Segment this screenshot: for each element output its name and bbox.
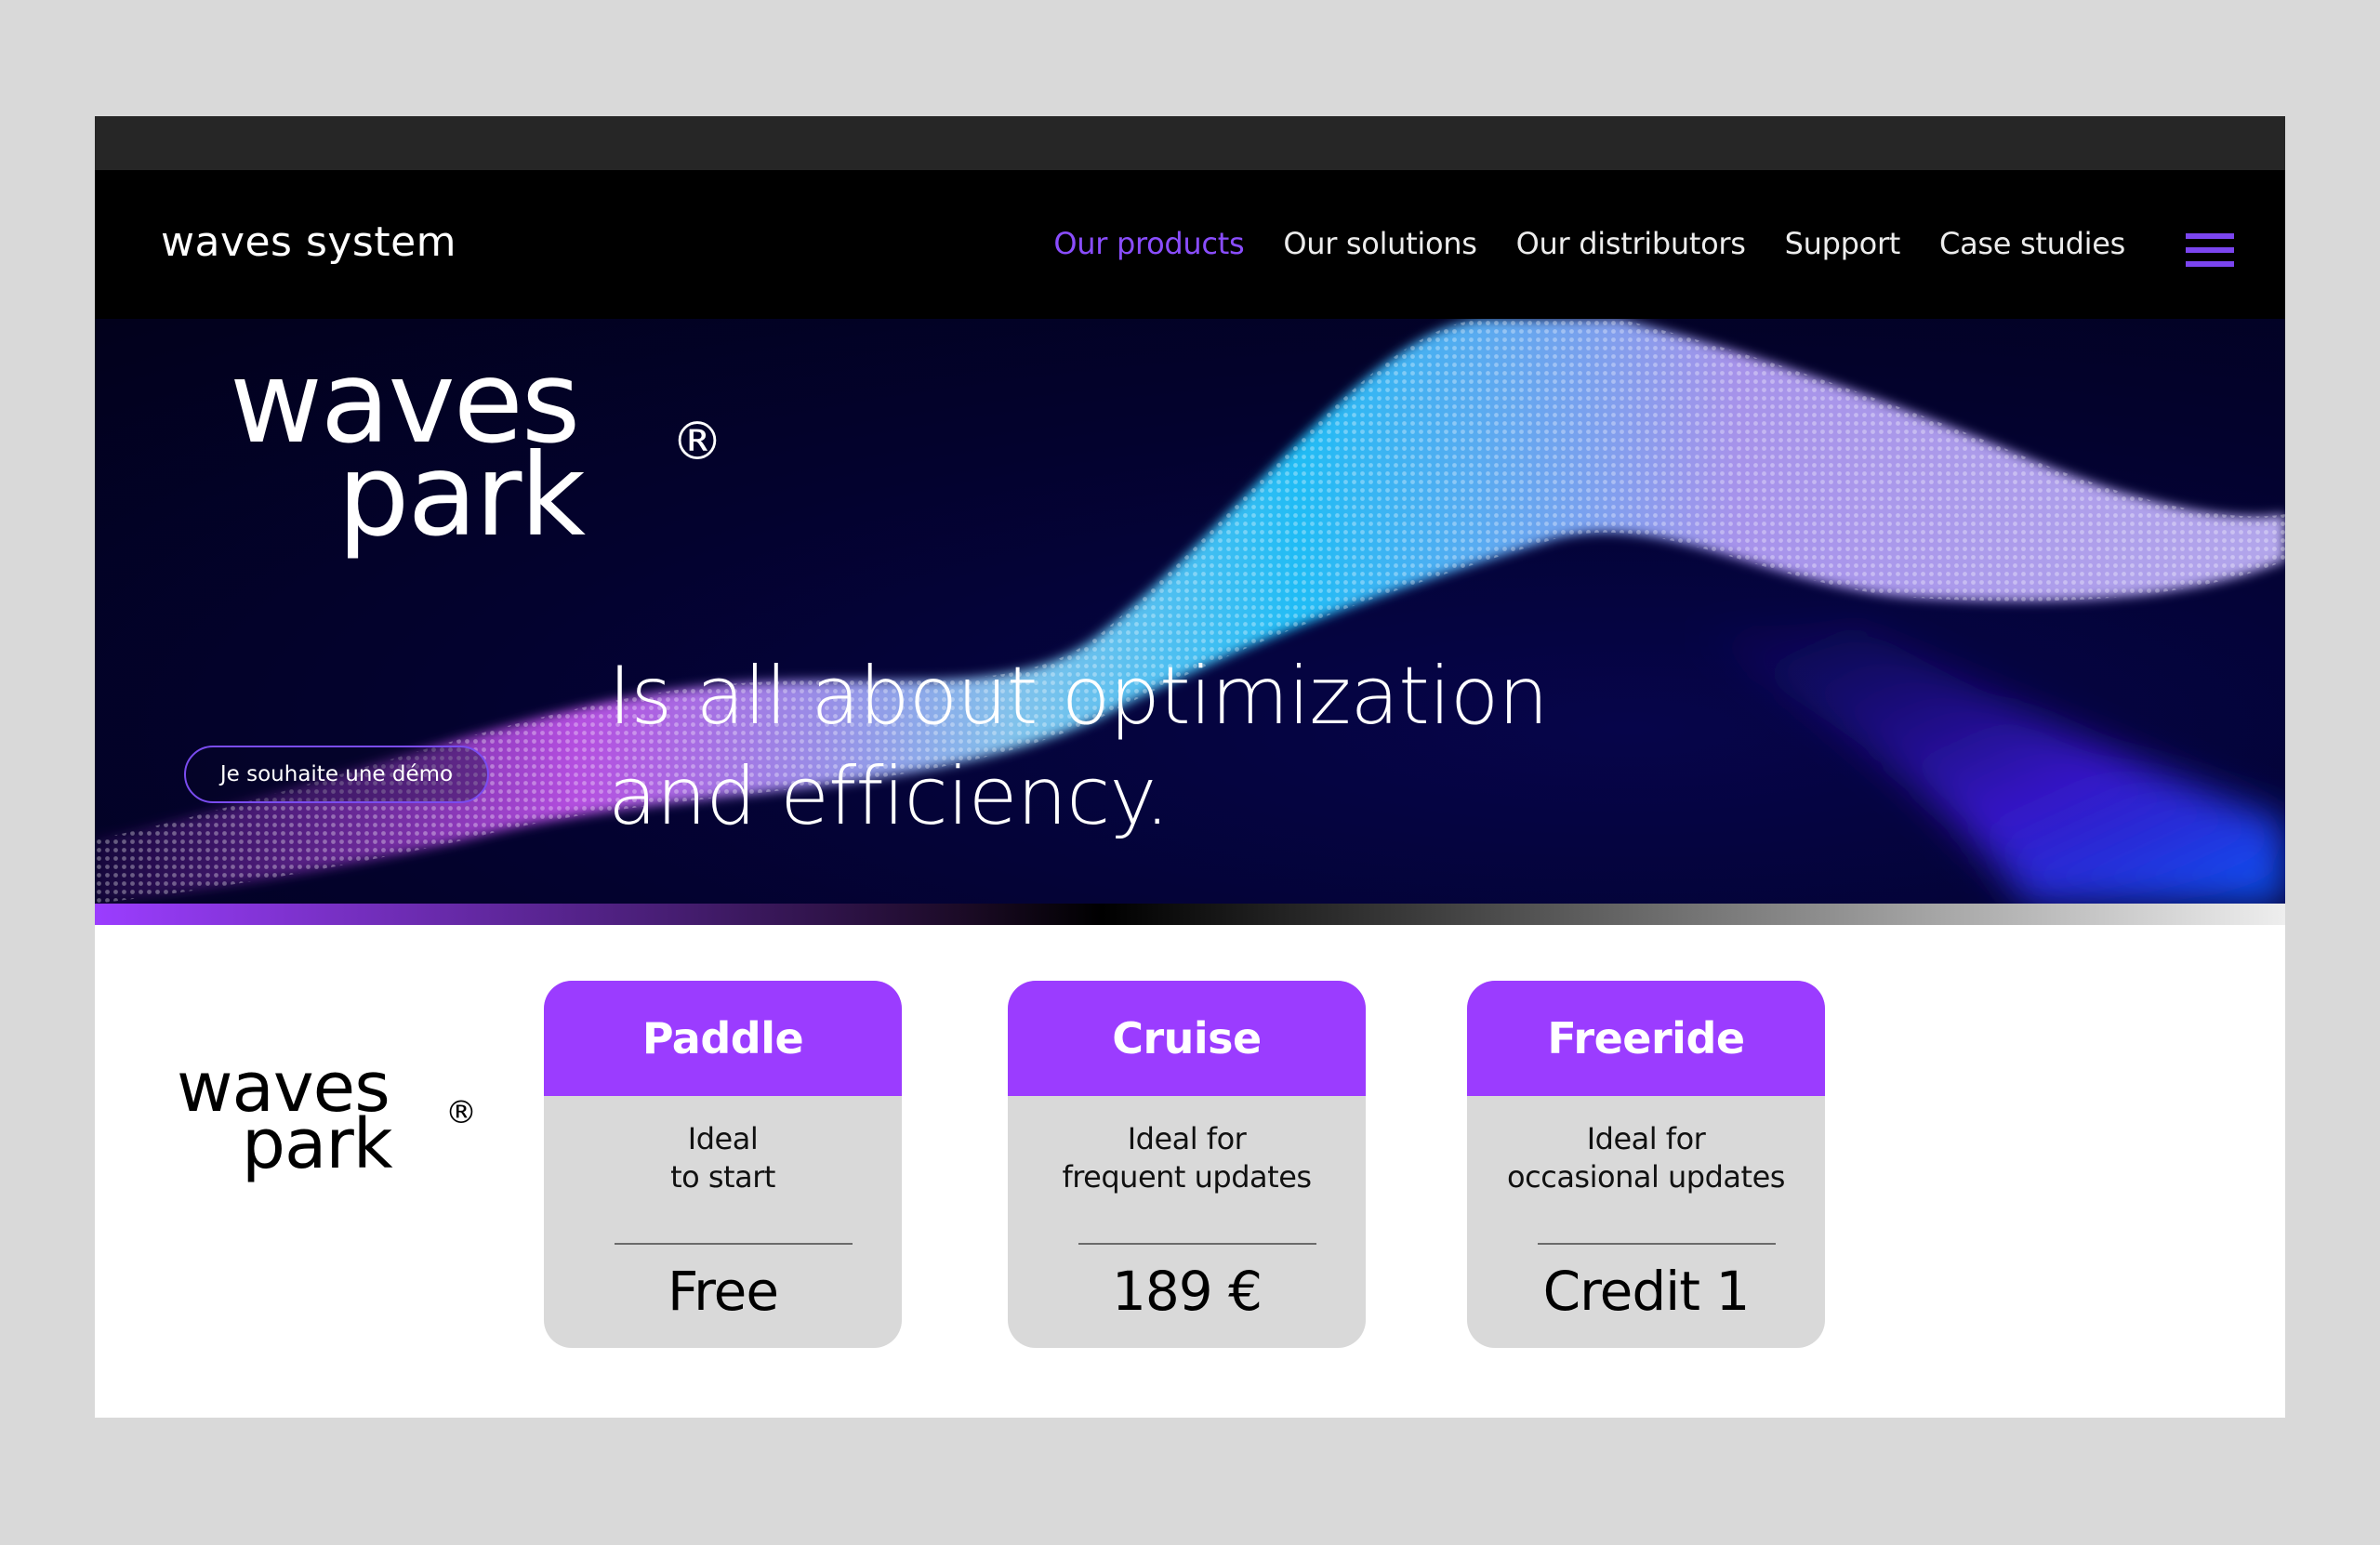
site-header: waves system Our products Our solutions … — [95, 170, 2285, 319]
hamburger-line — [2186, 247, 2234, 253]
nav-link-our-distributors[interactable]: Our distributors — [1516, 226, 1746, 261]
card-title: Freeride — [1467, 981, 1825, 1096]
hamburger-line — [2186, 261, 2234, 267]
card-description: Ideal to start — [544, 1120, 902, 1196]
products-logo-line2: park — [242, 1103, 393, 1184]
product-card-paddle[interactable]: Paddle Ideal to start Free — [544, 981, 902, 1348]
nav-link-case-studies[interactable]: Case studies — [1939, 226, 2125, 261]
nav-link-our-products[interactable]: Our products — [1053, 226, 1244, 261]
hero-banner: waves park ® Je souhaite une démo Is all… — [95, 319, 2285, 904]
card-price: 189 € — [1111, 1260, 1263, 1323]
main-nav: Our products Our solutions Our distribut… — [1053, 226, 2125, 261]
nav-link-our-solutions[interactable]: Our solutions — [1283, 226, 1477, 261]
registered-mark: ® — [445, 1094, 477, 1131]
tagline-line1: Is all about optimization — [608, 650, 1549, 743]
card-divider — [1078, 1243, 1316, 1245]
request-demo-button[interactable]: Je souhaite une démo — [184, 746, 489, 803]
tagline-line2: and efficiency. — [608, 750, 1170, 843]
card-price: Credit 1 — [1542, 1260, 1751, 1323]
card-title: Paddle — [544, 981, 902, 1096]
card-description-line1: Ideal for — [1586, 1121, 1706, 1156]
registered-mark: ® — [671, 412, 723, 472]
card-title: Cruise — [1008, 981, 1366, 1096]
card-divider — [1538, 1243, 1776, 1245]
nav-link-support[interactable]: Support — [1785, 226, 1901, 261]
card-description-line2: to start — [670, 1159, 775, 1195]
products-waves-park-logo: waves park ® — [177, 1053, 477, 1184]
card-description-line1: Ideal for — [1127, 1121, 1247, 1156]
card-description: Ideal for frequent updates — [1008, 1120, 1366, 1196]
hero-tagline: Is all about optimization and efficiency… — [608, 646, 1549, 847]
card-description-line1: Ideal — [687, 1121, 759, 1156]
product-card-cruise[interactable]: Cruise Ideal for frequent updates 189 € — [1008, 981, 1366, 1348]
hero-waves-park-logo: waves park ® — [230, 346, 723, 562]
hamburger-line — [2186, 233, 2234, 239]
card-description-line2: frequent updates — [1062, 1159, 1312, 1195]
brand-logo[interactable]: waves system — [161, 218, 456, 266]
hamburger-menu-icon[interactable] — [2186, 233, 2234, 267]
hero-logo-line2: park — [337, 429, 586, 562]
browser-top-bar — [95, 116, 2285, 170]
card-divider — [615, 1243, 853, 1245]
card-description-line2: occasional updates — [1507, 1159, 1785, 1195]
product-card-freeride[interactable]: Freeride Ideal for occasional updates Cr… — [1467, 981, 1825, 1348]
browser-frame: waves system Our products Our solutions … — [95, 116, 2285, 1418]
card-price: Free — [667, 1260, 779, 1323]
card-description: Ideal for occasional updates — [1467, 1120, 1825, 1196]
gradient-divider — [95, 904, 2285, 925]
